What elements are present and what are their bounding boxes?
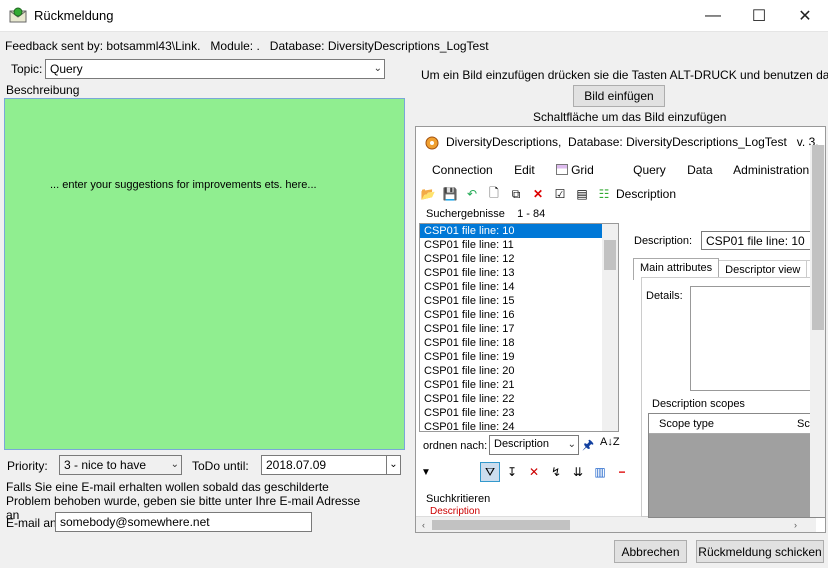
description-placeholder: ... enter your suggestions for improveme… [50, 179, 317, 191]
columns-icon: ▥ [594, 465, 606, 479]
maximize-button[interactable]: ☐ [736, 0, 782, 32]
ss-scopes-label: Description scopes [652, 398, 745, 410]
ss-scope-col1: Scope type [659, 418, 715, 430]
ss-tab-panel: Details: Description scopes Scope type S… [641, 277, 825, 518]
pin-icon: 🖈 [582, 437, 595, 452]
ss-result-item: CSP01 file line: 22 [424, 393, 515, 405]
send-feedback-button[interactable]: Rückmeldung schicken [696, 540, 824, 563]
filter-list-icon: ⇊ [572, 465, 584, 479]
ss-scope-col2: Sc [797, 418, 810, 430]
ss-scopes-grid: Scope type Sc [648, 413, 825, 518]
undo-icon: ↶ [466, 187, 478, 201]
image-hint: Um ein Bild einzufügen drücken sie die T… [421, 68, 828, 82]
ss-v-scrollbar [810, 145, 825, 517]
ss-results-list: CSP01 file line: 10 CSP01 file line: 11 CS… [419, 223, 619, 434]
ss-result-item: CSP01 file line: 17 [424, 323, 515, 335]
ss-result-item: CSP01 file line: 12 [424, 253, 515, 265]
ss-result-item: CSP01 file line: 20 [424, 365, 515, 377]
ss-results: CSP01 file line: 10 CSP01 file line: 11 CS… [420, 224, 618, 434]
ss-title: DiversityDescriptions, Database: Diversi… [446, 135, 819, 149]
ss-h-scrollbar: ‹ › [416, 516, 816, 532]
priority-value: 3 - nice to have [64, 458, 147, 472]
ss-result-item: CSP01 file line: 10 [420, 224, 618, 238]
ss-menu-connection: Connection [432, 163, 493, 177]
new-icon: 🗋 [489, 185, 499, 200]
minus-icon: − [618, 465, 626, 479]
ss-menu-edit: Edit [514, 163, 535, 177]
screenshot-image: DiversityDescriptions, Database: Diversi… [415, 126, 826, 533]
ss-result-item: CSP01 file line: 19 [424, 351, 515, 363]
cancel-button[interactable]: Abbrechen [614, 540, 687, 563]
ss-menu-administration: Administration [733, 163, 810, 177]
close-button[interactable]: ✕ [782, 0, 828, 32]
filter-add-icon: ↧ [506, 465, 518, 479]
open-icon: 📂 [420, 187, 436, 201]
ss-results-label: Suchergebnisse 1 - 84 [426, 208, 546, 220]
feedback-app-icon [9, 7, 27, 23]
info-line: Feedback sent by: botsamml43\Link. Modul… [5, 39, 489, 53]
ss-description-tab: Description [616, 187, 677, 201]
filter-icon: ⛛ [480, 462, 500, 482]
ss-filter-toolbar: ⛛ ↧ ✕ ↯ ⇊ ▥ − [480, 462, 632, 482]
topic-select[interactable]: Query ⌄ [45, 59, 385, 79]
ss-criteria-label: Suchkritieren [426, 493, 491, 505]
todo-label: ToDo until: [192, 459, 249, 473]
copy-icon: ⧉ [511, 186, 521, 201]
email-label: E-mail an: [6, 516, 61, 530]
ss-result-item: CSP01 file line: 16 [424, 309, 515, 321]
ss-result-item: CSP01 file line: 21 [424, 379, 515, 391]
filter-down-icon: ↯ [550, 465, 562, 479]
delete-icon: ✕ [532, 187, 544, 201]
ss-result-item: CSP01 file line: 14 [424, 281, 515, 293]
description-label: Beschreibung [6, 83, 80, 97]
topic-label: Topic: [11, 62, 43, 76]
description-textarea[interactable]: ... enter your suggestions for improveme… [4, 98, 405, 450]
checkbox-icon: ☑ [554, 187, 566, 201]
grid-icon [556, 164, 569, 175]
description-icon: ☷ [598, 187, 610, 201]
topic-value: Query [50, 62, 83, 76]
ss-order-label: ordnen nach: [423, 440, 488, 452]
ss-details-box [690, 286, 825, 391]
ss-desc-label: Description: [634, 235, 693, 247]
ss-order-select: Description ⌄ [489, 435, 579, 455]
date-dropdown-icon[interactable]: ⌄ [386, 455, 401, 475]
ss-menu-data: Data [687, 163, 713, 177]
ss-titlebar: DiversityDescriptions, Database: Diversi… [416, 127, 825, 157]
priority-label: Priority: [7, 459, 48, 473]
ss-app-icon [424, 134, 440, 153]
ss-result-item: CSP01 file line: 15 [424, 295, 515, 307]
ss-result-item: CSP01 file line: 13 [424, 267, 515, 279]
filter-remove-icon: ✕ [528, 465, 540, 479]
window-title: Rückmeldung [34, 8, 114, 23]
chevron-down-icon: ⌄ [170, 459, 179, 470]
sort-az-icon: A↓Z [600, 436, 620, 448]
chevron-down-icon: ⌄ [373, 63, 382, 74]
minimize-button[interactable]: — [690, 0, 736, 32]
ss-desc-value: CSP01 file line: 10 [701, 231, 825, 250]
priority-select[interactable]: 3 - nice to have ⌄ [59, 455, 182, 475]
email-input[interactable]: somebody@somewhere.net [55, 512, 312, 532]
todo-date-input[interactable]: 2018.07.09 [261, 455, 387, 475]
save-icon: 💾 [442, 187, 458, 201]
ss-scrollbar [602, 224, 618, 431]
ss-menu-grid: Grid [556, 163, 612, 177]
triangle-down-icon: ▼ [421, 467, 431, 478]
ss-menu-query: Query [633, 163, 666, 177]
ss-result-item: CSP01 file line: 18 [424, 337, 515, 349]
ss-result-item: CSP01 file line: 23 [424, 407, 515, 419]
print-icon: ▤ [576, 187, 588, 201]
ss-menubar: Connection Edit Grid Query Data Administ… [432, 163, 825, 177]
ss-result-item: CSP01 file line: 11 [424, 239, 514, 251]
ss-result-item: CSP01 file line: 24 [424, 421, 515, 433]
insert-image-button[interactable]: Bild einfügen [573, 85, 665, 107]
ss-details-label: Details: [646, 290, 683, 302]
image-hint-2: Schaltfläche um das Bild einzufügen [533, 110, 727, 124]
ss-toolbar: 📂 💾 ↶ 🗋 ⧉ ✕ ☑ ▤ ☷ Description [418, 184, 677, 204]
